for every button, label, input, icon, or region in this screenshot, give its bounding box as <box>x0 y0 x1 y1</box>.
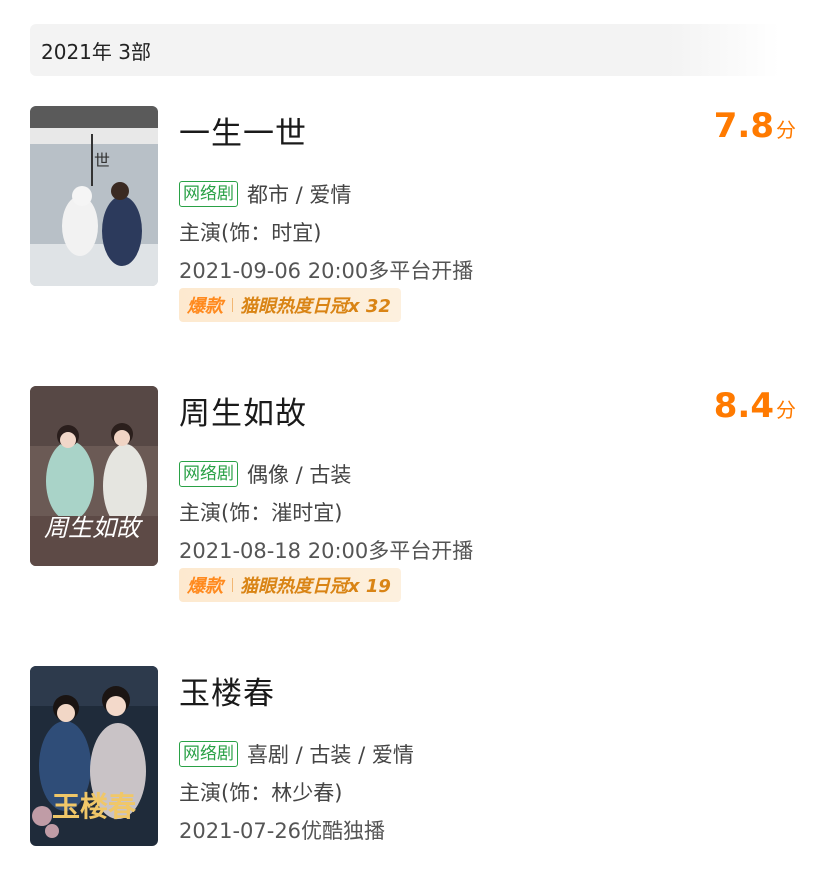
badge-divider <box>232 298 233 312</box>
drama-title[interactable]: 一生一世 <box>179 108 307 153</box>
genre-label: 偶像 / 古装 <box>247 463 352 487</box>
drama-poster[interactable]: 周生如故 <box>30 386 158 566</box>
rank-label: 猫眼热度日冠x 32 <box>240 296 391 317</box>
year-header-label: 2021年 3部 <box>41 39 151 64</box>
score-unit: 分 <box>776 118 796 142</box>
cast-label: 主演(饰：漼时宜) <box>179 501 343 525</box>
release-info: 2021-09-06 20:00多平台开播 <box>179 259 474 283</box>
hot-rank-badge: 爆款 猫眼热度日冠x 19 <box>179 568 401 602</box>
badge-divider <box>232 578 233 592</box>
category-tag: 网络剧 <box>179 181 238 207</box>
score-value: 7.8 <box>713 106 774 146</box>
release-info: 2021-07-26优酷独播 <box>179 819 386 843</box>
drama-poster[interactable]: 玉楼春 <box>30 666 158 846</box>
hot-label: 爆款 <box>187 296 223 317</box>
score-value: 8.4 <box>713 386 774 426</box>
drama-list-item[interactable]: 世 一生一世 7.8 分 网络剧 都市 / 爱情 主演(饰：时宜) 2021-09… <box>0 106 828 322</box>
hot-label: 爆款 <box>187 576 223 597</box>
svg-text:周生如故: 周生如故 <box>44 514 143 542</box>
drama-meta: 网络剧 都市 / 爱情 <box>179 179 351 209</box>
drama-score: 7.8 分 <box>714 106 796 146</box>
hot-rank-badge: 爆款 猫眼热度日冠x 32 <box>179 288 401 322</box>
drama-title[interactable]: 玉楼春 <box>179 668 275 713</box>
drama-poster[interactable]: 世 <box>30 106 158 286</box>
drama-title[interactable]: 周生如故 <box>179 388 307 433</box>
drama-meta: 网络剧 喜剧 / 古装 / 爱情 <box>179 739 414 769</box>
drama-list-item[interactable]: 周生如故 周生如故 8.4 分 网络剧 偶像 / 古装 主演(饰：漼时宜) 202… <box>0 386 828 602</box>
svg-text:世: 世 <box>94 151 110 170</box>
rank-label: 猫眼热度日冠x 19 <box>240 576 391 597</box>
drama-list-item[interactable]: 玉楼春 玉楼春 网络剧 喜剧 / 古装 / 爱情 主演(饰：林少春) 2021-… <box>0 666 828 846</box>
score-unit: 分 <box>776 398 796 422</box>
drama-score: 8.4 分 <box>714 386 796 426</box>
category-tag: 网络剧 <box>179 741 238 767</box>
release-info: 2021-08-18 20:00多平台开播 <box>179 539 474 563</box>
genre-label: 喜剧 / 古装 / 爱情 <box>247 743 414 767</box>
year-section-header: 2021年 3部 <box>30 24 780 76</box>
genre-label: 都市 / 爱情 <box>247 183 352 207</box>
svg-text:玉楼春: 玉楼春 <box>52 790 136 823</box>
cast-label: 主演(饰：林少春) <box>179 781 343 805</box>
drama-meta: 网络剧 偶像 / 古装 <box>179 459 351 489</box>
cast-label: 主演(饰：时宜) <box>179 221 322 245</box>
category-tag: 网络剧 <box>179 461 238 487</box>
